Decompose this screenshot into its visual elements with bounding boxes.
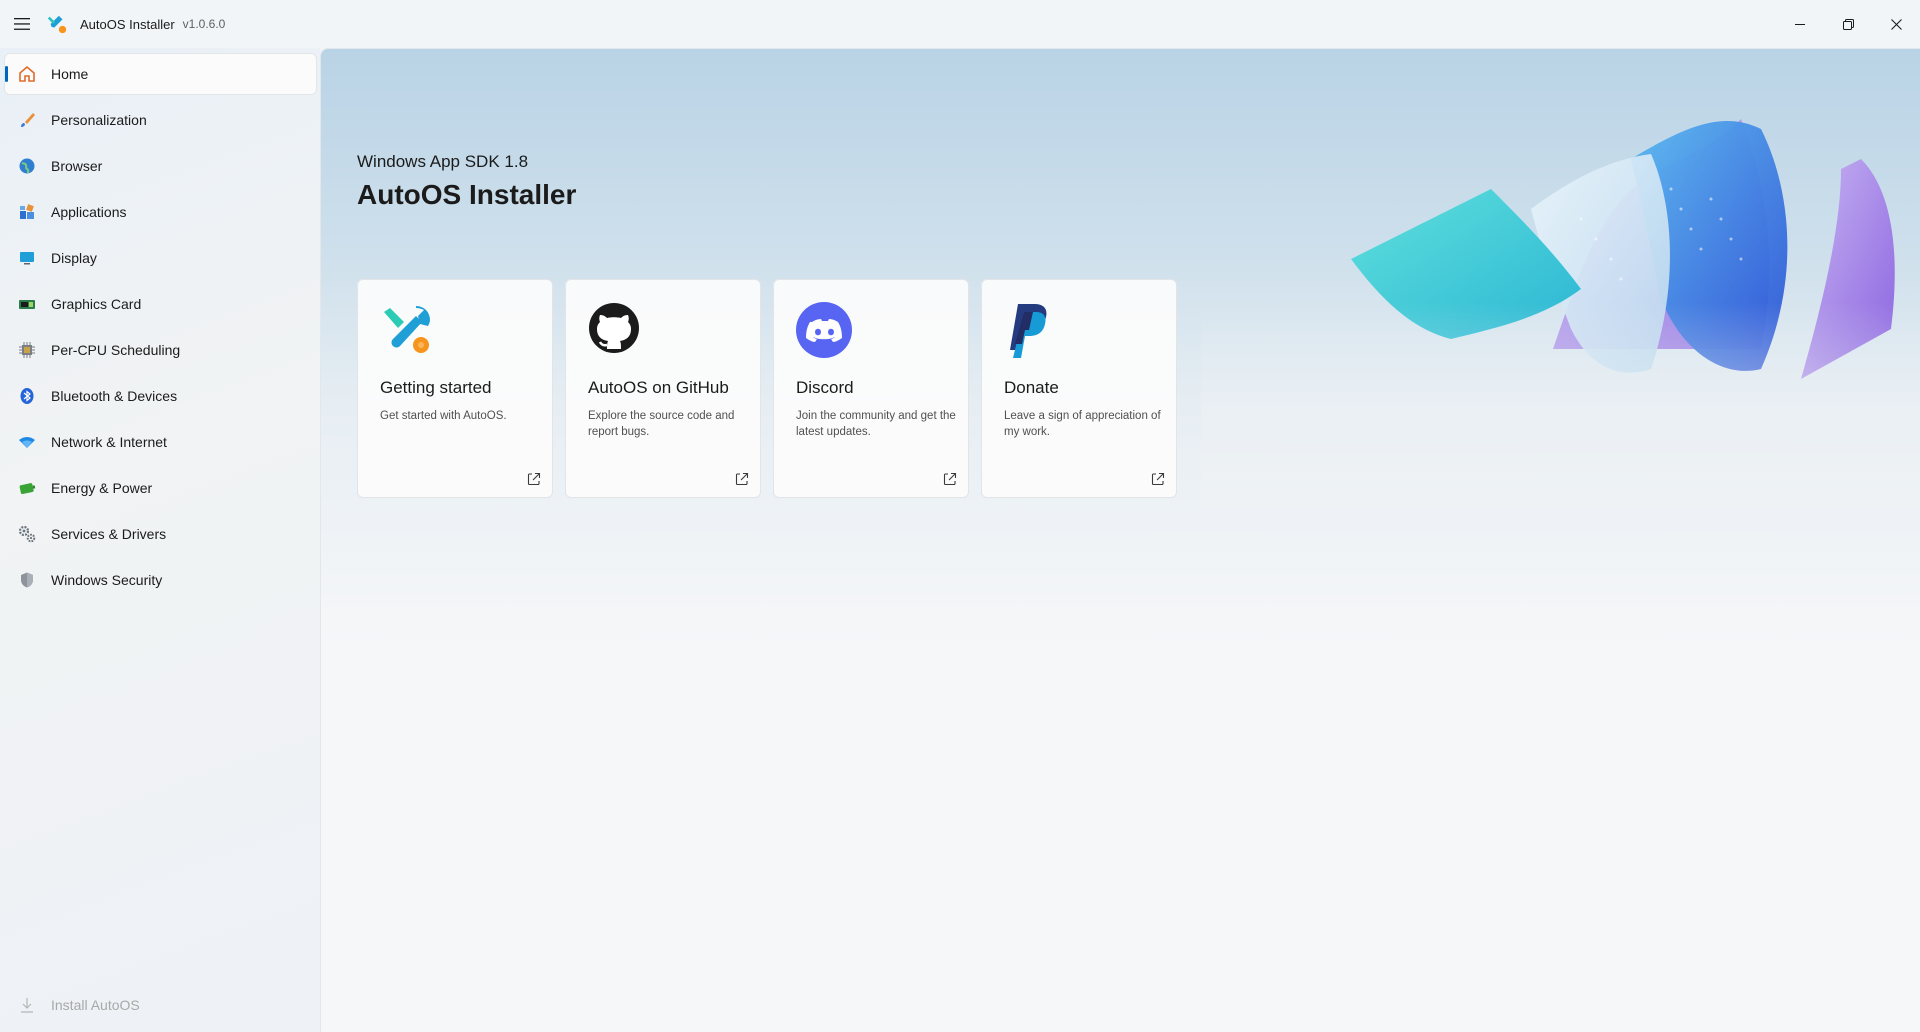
card-description: Get started with AutoOS.	[380, 410, 507, 422]
open-external-icon	[735, 472, 749, 486]
battery-icon	[17, 478, 37, 498]
close-button[interactable]	[1872, 0, 1920, 48]
window-controls	[1776, 0, 1920, 48]
install-autoos-button[interactable]: Install AutoOS	[5, 985, 316, 1025]
card-title: AutoOS on GitHub	[588, 378, 729, 397]
sidebar-item-label: Energy & Power	[51, 480, 153, 496]
restore-button[interactable]	[1824, 0, 1872, 48]
sidebar-item-bluetooth-devices[interactable]: Bluetooth & Devices	[5, 376, 316, 416]
sidebar-item-personalization[interactable]: Personalization	[5, 100, 316, 140]
download-icon	[17, 995, 37, 1015]
getting-started-card[interactable]: Getting started Get started with AutoOS.	[357, 279, 553, 498]
services-icon	[17, 524, 37, 544]
sidebar-item-label: Windows Security	[51, 572, 163, 588]
close-icon	[1890, 18, 1902, 30]
monitor-icon	[17, 248, 37, 268]
home-page: Windows App SDK 1.8 AutoOS Installer Get…	[320, 48, 1920, 1032]
sidebar-item-browser[interactable]: Browser	[5, 146, 316, 186]
home-icon	[17, 64, 37, 84]
sidebar-item-services-drivers[interactable]: Services & Drivers	[5, 514, 316, 554]
sidebar-item-display[interactable]: Display	[5, 238, 316, 278]
sidebar-item-per-cpu-scheduling[interactable]: Per-CPU Scheduling	[5, 330, 316, 370]
sidebar-item-label: Bluetooth & Devices	[51, 388, 178, 404]
github-card[interactable]: AutoOS on GitHub Explore the source code…	[565, 279, 761, 498]
quick-links: Getting started Get started with AutoOS.…	[357, 279, 1177, 498]
sidebar-item-label: Per-CPU Scheduling	[51, 342, 181, 358]
brush-icon	[17, 110, 37, 130]
paypal-icon	[1010, 304, 1047, 358]
install-autoos-label: Install AutoOS	[51, 997, 140, 1013]
app-logo-icon	[47, 15, 67, 34]
open-external-icon	[943, 472, 957, 486]
open-external-icon	[1151, 472, 1165, 486]
open-external-icon	[527, 472, 541, 486]
hamburger-icon	[14, 18, 30, 30]
card-title: Discord	[796, 378, 854, 397]
hero-title: AutoOS Installer	[357, 179, 577, 210]
minimize-button[interactable]	[1776, 0, 1824, 48]
card-description: Explore the source code and report bugs.	[588, 410, 735, 438]
sidebar-item-label: Display	[51, 250, 97, 266]
sidebar-item-label: Network & Internet	[51, 434, 167, 450]
github-icon	[589, 303, 639, 353]
sidebar-item-home[interactable]: Home	[5, 54, 316, 94]
sidebar-item-label: Browser	[51, 158, 103, 174]
minimize-icon	[1795, 24, 1805, 25]
menu-toggle-button[interactable]	[0, 0, 44, 48]
sidebar-item-label: Applications	[51, 204, 127, 220]
sidebar-item-applications[interactable]: Applications	[5, 192, 316, 232]
app-version: v1.0.6.0	[182, 17, 226, 31]
cpu-icon	[17, 340, 37, 360]
discord-card[interactable]: Discord Join the community and get the l…	[773, 279, 969, 498]
bluetooth-icon	[17, 386, 37, 406]
restore-icon	[1842, 18, 1854, 30]
sidebar-item-label: Home	[51, 66, 89, 82]
hero-banner: Windows App SDK 1.8 AutoOS Installer Get…	[321, 49, 1920, 649]
title-bar: AutoOS Installer v1.0.6.0	[0, 0, 1920, 48]
card-title: Getting started	[380, 378, 492, 397]
sidebar-item-network-internet[interactable]: Network & Internet	[5, 422, 316, 462]
hero-subtitle: Windows App SDK 1.8	[357, 152, 529, 171]
hero-background-art	[1201, 49, 1920, 509]
sidebar-item-label: Services & Drivers	[51, 526, 167, 542]
wifi-icon	[17, 432, 37, 452]
sidebar-item-energy-power[interactable]: Energy & Power	[5, 468, 316, 508]
card-description: Leave a sign of appreciation of my work.	[1004, 410, 1161, 438]
donate-card[interactable]: Donate Leave a sign of appreciation of m…	[981, 279, 1177, 498]
wrench-icon	[384, 306, 430, 353]
sidebar-item-graphics-card[interactable]: Graphics Card	[5, 284, 316, 324]
apps-icon	[17, 202, 37, 222]
card-description: Join the community and get the latest up…	[796, 410, 956, 438]
card-title: Donate	[1004, 378, 1059, 397]
sidebar-item-label: Graphics Card	[51, 296, 142, 312]
sidebar-item-windows-security[interactable]: Windows Security	[5, 560, 316, 600]
discord-icon	[796, 302, 852, 358]
navigation-sidebar: Home Personalization Browser Application…	[0, 48, 320, 1032]
app-title: AutoOS Installer	[80, 16, 175, 32]
globe-icon	[17, 156, 37, 176]
gpu-icon	[17, 294, 37, 314]
shield-icon	[17, 570, 37, 590]
sidebar-item-label: Personalization	[51, 112, 147, 128]
